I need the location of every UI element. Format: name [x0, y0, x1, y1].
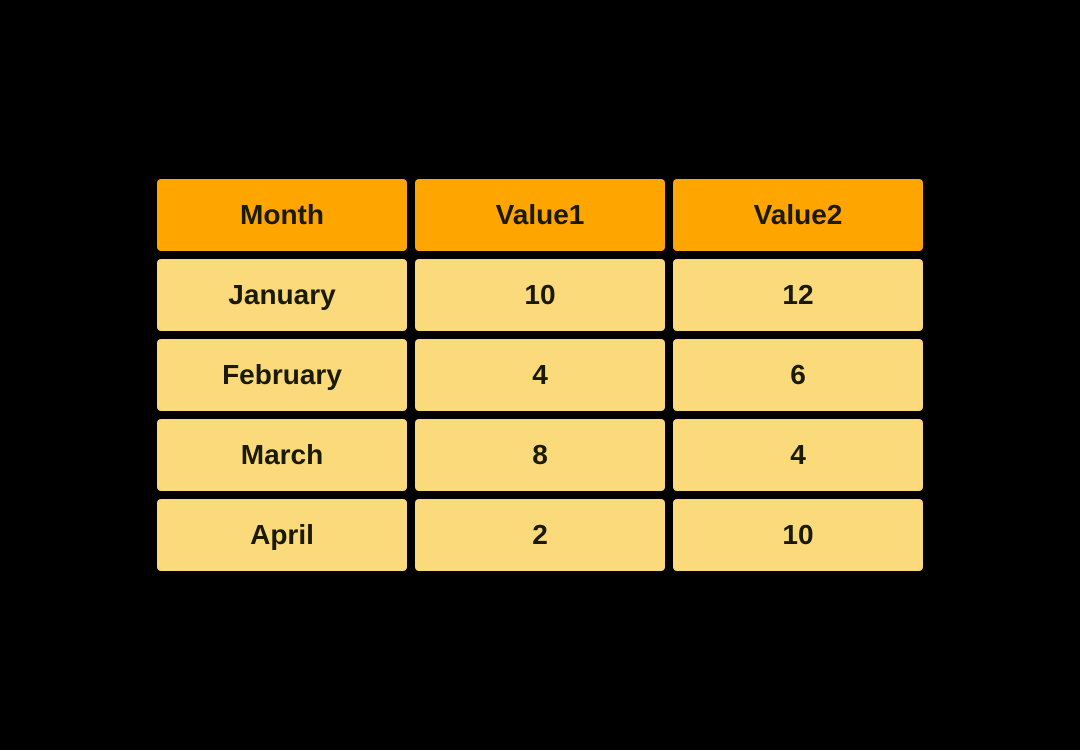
data-table: Month Value1 Value2 January 10 12 Februa… [157, 179, 923, 571]
cell-value2-0: 12 [673, 259, 923, 331]
cell-month-0: January [157, 259, 407, 331]
cell-value2-3: 10 [673, 499, 923, 571]
cell-value1-1: 4 [415, 339, 665, 411]
table-row: March 8 4 [157, 419, 923, 491]
cell-value1-0: 10 [415, 259, 665, 331]
table-row: April 2 10 [157, 499, 923, 571]
cell-month-3: April [157, 499, 407, 571]
table-row: January 10 12 [157, 259, 923, 331]
cell-month-1: February [157, 339, 407, 411]
cell-value2-2: 4 [673, 419, 923, 491]
header-value2: Value2 [673, 179, 923, 251]
cell-value2-1: 6 [673, 339, 923, 411]
table-row: February 4 6 [157, 339, 923, 411]
cell-value1-3: 2 [415, 499, 665, 571]
header-month: Month [157, 179, 407, 251]
cell-value1-2: 8 [415, 419, 665, 491]
table-header-row: Month Value1 Value2 [157, 179, 923, 251]
cell-month-2: March [157, 419, 407, 491]
header-value1: Value1 [415, 179, 665, 251]
